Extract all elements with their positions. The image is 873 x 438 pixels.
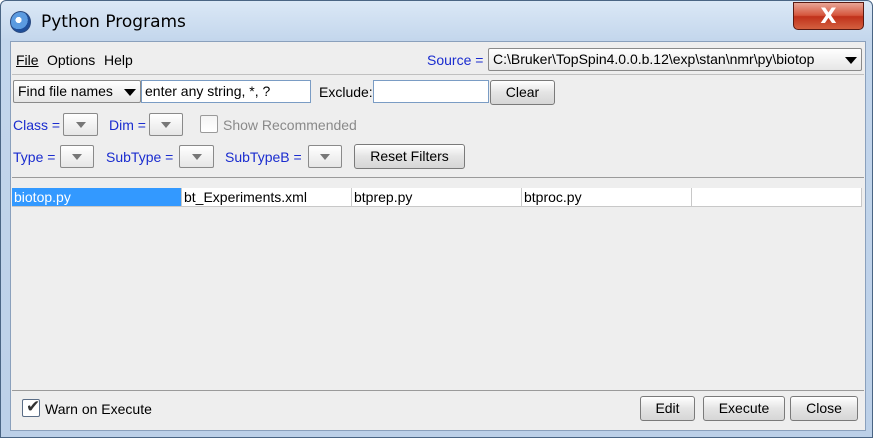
search-mode-value: Find file names bbox=[18, 83, 113, 99]
table-row: biotop.py bt_Experiments.xml btprep.py b… bbox=[12, 188, 862, 207]
class-label: Class = bbox=[13, 117, 61, 133]
divider bbox=[12, 74, 864, 75]
exclude-label: Exclude: bbox=[319, 84, 373, 100]
close-button[interactable]: Close bbox=[790, 396, 858, 421]
window-close-button[interactable]: X bbox=[793, 2, 864, 30]
menu-options[interactable]: Options bbox=[47, 52, 95, 68]
chevron-down-icon bbox=[161, 122, 171, 128]
type-label: Type = bbox=[13, 149, 56, 165]
class-select[interactable] bbox=[63, 113, 98, 136]
file-item[interactable]: bt_Experiments.xml bbox=[182, 188, 352, 206]
execute-button[interactable]: Execute bbox=[703, 396, 785, 421]
chevron-down-icon bbox=[845, 57, 857, 64]
edit-button[interactable]: Edit bbox=[640, 396, 695, 421]
python-programs-window: Python Programs X File Options Help Sour… bbox=[0, 0, 873, 438]
checkmark-icon: ✔ bbox=[26, 397, 41, 416]
subtypeb-label: SubTypeB = bbox=[225, 149, 302, 165]
file-item[interactable]: btproc.py bbox=[522, 188, 692, 206]
subtypeb-select[interactable] bbox=[308, 145, 342, 168]
source-label: Source = bbox=[427, 52, 484, 68]
show-recommended-checkbox[interactable] bbox=[200, 115, 218, 133]
title-bar[interactable]: Python Programs X bbox=[1, 1, 872, 41]
window-title: Python Programs bbox=[41, 12, 186, 32]
topspin-logo-icon bbox=[10, 11, 31, 33]
dim-label: Dim = bbox=[109, 117, 146, 133]
menu-options-label: Options bbox=[47, 52, 96, 68]
menu-help-label: Help bbox=[104, 52, 133, 68]
chevron-down-icon bbox=[75, 122, 86, 128]
chevron-down-icon bbox=[191, 154, 202, 160]
reset-filters-button[interactable]: Reset Filters bbox=[354, 144, 465, 169]
menu-file[interactable]: File bbox=[16, 52, 39, 68]
show-recommended-label: Show Recommended bbox=[223, 117, 357, 133]
source-value: C:\Bruker\TopSpin4.0.0.b.12\exp\stan\nmr… bbox=[493, 51, 815, 67]
chevron-down-icon bbox=[72, 154, 82, 160]
warn-on-execute-checkbox[interactable]: ✔ bbox=[22, 397, 41, 417]
warn-on-execute-label: Warn on Execute bbox=[45, 401, 152, 417]
subtype-select[interactable] bbox=[179, 145, 214, 168]
search-placeholder: enter any string, *, ? bbox=[145, 83, 271, 99]
search-input[interactable]: enter any string, *, ? bbox=[141, 80, 311, 103]
chevron-down-icon bbox=[320, 154, 330, 160]
file-item[interactable]: biotop.py bbox=[12, 188, 182, 206]
file-item[interactable] bbox=[692, 188, 862, 206]
file-item[interactable]: btprep.py bbox=[352, 188, 522, 206]
search-mode-select[interactable]: Find file names bbox=[13, 80, 141, 103]
source-select[interactable]: C:\Bruker\TopSpin4.0.0.b.12\exp\stan\nmr… bbox=[488, 48, 862, 71]
subtype-label: SubType = bbox=[106, 149, 174, 165]
dim-select[interactable] bbox=[149, 113, 183, 136]
chevron-down-icon bbox=[124, 89, 136, 96]
clear-button[interactable]: Clear bbox=[490, 80, 555, 105]
file-list[interactable]: biotop.py bt_Experiments.xml btprep.py b… bbox=[12, 177, 864, 391]
exclude-input[interactable] bbox=[373, 80, 489, 103]
type-select[interactable] bbox=[60, 145, 94, 168]
dialog-content: File Options Help Source = C:\Bruker\Top… bbox=[10, 41, 866, 431]
menu-file-label: File bbox=[16, 52, 39, 68]
menu-help[interactable]: Help bbox=[104, 52, 133, 68]
